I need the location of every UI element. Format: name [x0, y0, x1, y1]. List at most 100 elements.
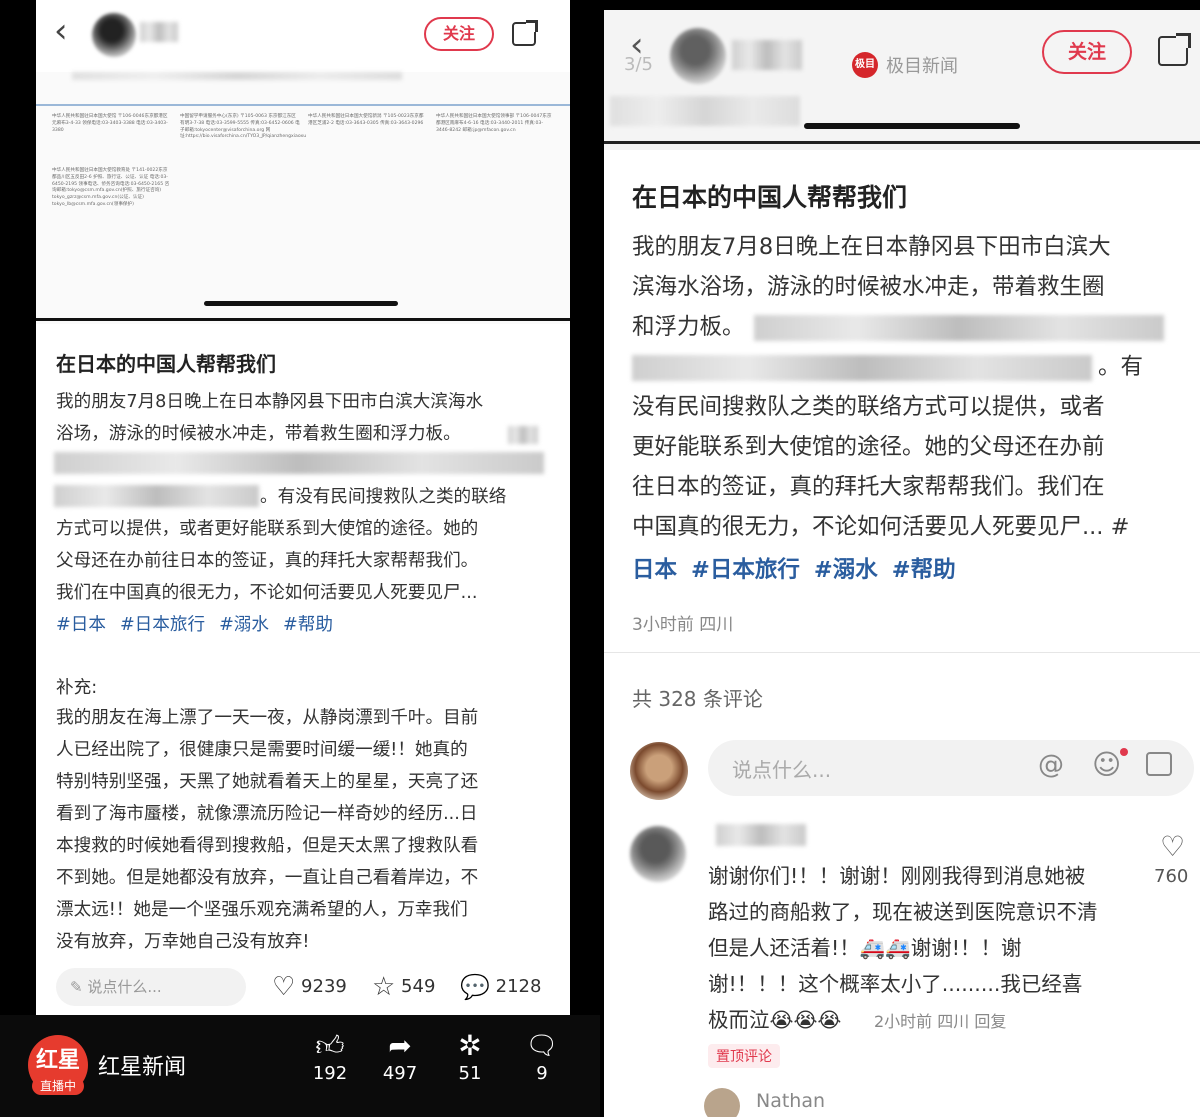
document-image: 中华人民共和国驻日本国大使馆 〒106-0046东京都港区元麻布3-4-33 领… [36, 72, 570, 324]
tag-link[interactable]: #溺水 [814, 557, 878, 583]
post-body-line: 往日本的签证，真的拜托大家帮帮我们。我们在 [632, 474, 1105, 500]
star-icon: ☆ [372, 972, 396, 1002]
commenter-name-blurred [716, 824, 806, 846]
back-icon[interactable]: ‹ [54, 14, 68, 48]
avatar[interactable] [670, 28, 726, 84]
image-icon[interactable] [1146, 752, 1172, 776]
post-body-line: 。有 [1098, 354, 1144, 380]
comment-like-icon[interactable]: ♡ [1160, 830, 1185, 863]
blurred-text [632, 355, 1092, 381]
blurred-text [54, 485, 259, 507]
comment-line: 路过的商船救了，现在被送到医院意识不清 [708, 900, 1098, 924]
post-body-line: 和浮力板。 [632, 314, 745, 340]
section-divider [604, 652, 1200, 653]
supplement-line: 漂太远!！她是一个坚强乐观充满希望的人，万幸我们 [56, 900, 468, 920]
post-title: 在日本的中国人帮帮我们 [56, 352, 276, 376]
username-blurred [140, 22, 178, 42]
comment-placeholder: 说点什么... [732, 758, 832, 782]
star-count: 549 [401, 976, 436, 997]
post-body-line: 没有民间搜救队之类的联络方式可以提供，或者 [632, 394, 1105, 420]
gift-icon: ✲ [458, 1029, 482, 1062]
doc-rule [36, 104, 570, 106]
comment-count: 2128 [495, 976, 542, 997]
share-icon[interactable] [512, 20, 538, 46]
star-button[interactable]: ☆ 549 [372, 970, 435, 1004]
post-body-line: 。有没有民间搜救队之类的联络 [260, 487, 507, 507]
gift-button[interactable]: ✲ 51 [448, 1029, 492, 1084]
post-body-line: 我的朋友7月8日晚上在日本静冈县下田市白滨大 [632, 234, 1111, 260]
divider [36, 318, 570, 321]
avatar[interactable] [92, 13, 136, 57]
follow-button[interactable]: 关注 [1042, 30, 1132, 74]
notification-dot [1120, 748, 1128, 756]
comment-bubble-icon: 🗨︎ [525, 1031, 559, 1061]
comment-line: 谢!！！！这个概率太小了.........我已经喜 [708, 972, 1083, 996]
post-title: 在日本的中国人帮帮我们 [632, 183, 908, 212]
tag-link[interactable]: #日本旅行 [691, 557, 800, 583]
thumbs-up-button[interactable]: 👍︎ 192 [308, 1029, 352, 1084]
comment-line: 但是人还活着!！🚑🚑谢谢!！！谢 [708, 936, 1022, 960]
pinned-badge: 置顶评论 [708, 1044, 780, 1068]
next-commenter-avatar[interactable] [704, 1088, 740, 1117]
supplement-line: 我的朋友在海上漂了一天一夜，从静岗漂到千叶。目前 [56, 708, 479, 728]
like-button[interactable]: ♡ 9239 [272, 970, 347, 1004]
tag-link[interactable]: 日本 [632, 557, 677, 583]
post-body-line: 浴场，游泳的时候被水冲走，带着救生圈和浮力板。 [56, 424, 461, 444]
heart-icon: ♡ [272, 972, 296, 1002]
comment-like-count: 760 [1154, 866, 1189, 887]
blurred-doc-line [610, 96, 800, 126]
supplement-label: 补充: [56, 678, 98, 698]
doc-block: 中华人民共和国驻日本国大使馆新潟 〒105-0023东京都港区芝浦2-2 电话:… [308, 114, 424, 126]
blurred-text [54, 452, 544, 474]
at-icon[interactable]: @ [1038, 750, 1064, 780]
doc-block: 中华人民共和国驻日本国大使馆教育处 〒141-0022东京都品川区五反田2-6 … [52, 168, 170, 207]
like-count: 9239 [301, 976, 347, 997]
blurred-text [508, 426, 538, 444]
commenter-avatar[interactable] [630, 826, 686, 882]
live-badge: 直播中 [32, 1077, 84, 1095]
comment-input[interactable]: 说点什么... @ ☺ [708, 740, 1194, 796]
comment-button[interactable]: 💬 2128 [460, 970, 541, 1004]
next-commenter-name[interactable]: Nathan [756, 1090, 825, 1112]
tag-link[interactable]: #日本 [56, 615, 106, 635]
share-icon[interactable] [1158, 33, 1191, 66]
post-meta: 3小时前 四川 [632, 615, 734, 635]
share-count: 497 [382, 1063, 418, 1084]
thumbs-up-icon: 👍︎ [315, 1029, 345, 1062]
tag-link[interactable]: #帮助 [283, 615, 333, 635]
watermark-text: 极目新闻 [886, 56, 958, 77]
doc-block: 中华人民共和国驻日本国大使馆领事部 〒106-0047东京都港区南麻布4-6-1… [436, 114, 552, 133]
my-avatar [630, 742, 688, 800]
thumbs-up-count: 192 [312, 1063, 348, 1084]
comment-line: 谢谢你们!！！谢谢！刚刚我得到消息她被 [708, 864, 1086, 888]
follow-button[interactable]: 关注 [424, 17, 494, 51]
post-body-line: 我的朋友7月8日晚上在日本静冈县下田市白滨大滨海水 [56, 392, 484, 412]
footer-bar: 红星 直播中 红星新闻 👍︎ 192 ➦ 497 ✲ 51 🗨︎ 9 [0, 1015, 600, 1117]
tag-link[interactable]: #日本旅行 [120, 615, 205, 635]
gift-count: 51 [458, 1063, 482, 1084]
share-button[interactable]: ➦ 497 [378, 1029, 422, 1084]
emoji-icon[interactable]: ☺ [1092, 748, 1121, 781]
supplement-line: 看到了海市蜃楼，就像漂流历险记一样奇妙的经历...日 [56, 804, 478, 824]
supplement-line: 本搜救的时候她看得到搜救船，但是天太黑了搜救队看 [56, 836, 479, 856]
comments-count: 9 [536, 1063, 548, 1084]
comment-count: 共 328 条评论 [632, 687, 763, 711]
post-body-line: 中国真的很无力，不论如何活要见人死要见尸... # [632, 514, 1130, 540]
brand-name[interactable]: 红星新闻 [98, 1049, 186, 1081]
watermark-logo: 极目 [852, 52, 878, 78]
tag-link[interactable]: #帮助 [892, 557, 956, 583]
forward-icon: ➦ [388, 1029, 412, 1062]
tag-list: #日本 #日本旅行 #溺水 #帮助 [56, 609, 347, 641]
doc-block: 中国留学申请服务中心(东京) 〒105-0063 东京都江东区有明3-7-38 … [180, 114, 307, 140]
page-indicator: 3/5 [624, 54, 653, 75]
post-body-line: 我们在中国真的很无力，不论如何活要见人死要见尸... [56, 583, 478, 603]
doc-block: 中华人民共和国驻日本国大使馆 〒106-0046东京都港区元麻布3-4-33 领… [52, 114, 168, 133]
blurred-text [754, 315, 1164, 341]
comment-meta[interactable]: 2小时前 四川 回复 [874, 1008, 1006, 1032]
comment-input[interactable]: ✎ 说点什么... [56, 968, 246, 1006]
blurred-doc-line [72, 72, 402, 80]
username-blurred [732, 40, 802, 70]
comment-line: 极而泣😭😭😭 [708, 1008, 842, 1032]
comments-button[interactable]: 🗨︎ 9 [520, 1029, 564, 1084]
tag-link[interactable]: #溺水 [219, 615, 269, 635]
